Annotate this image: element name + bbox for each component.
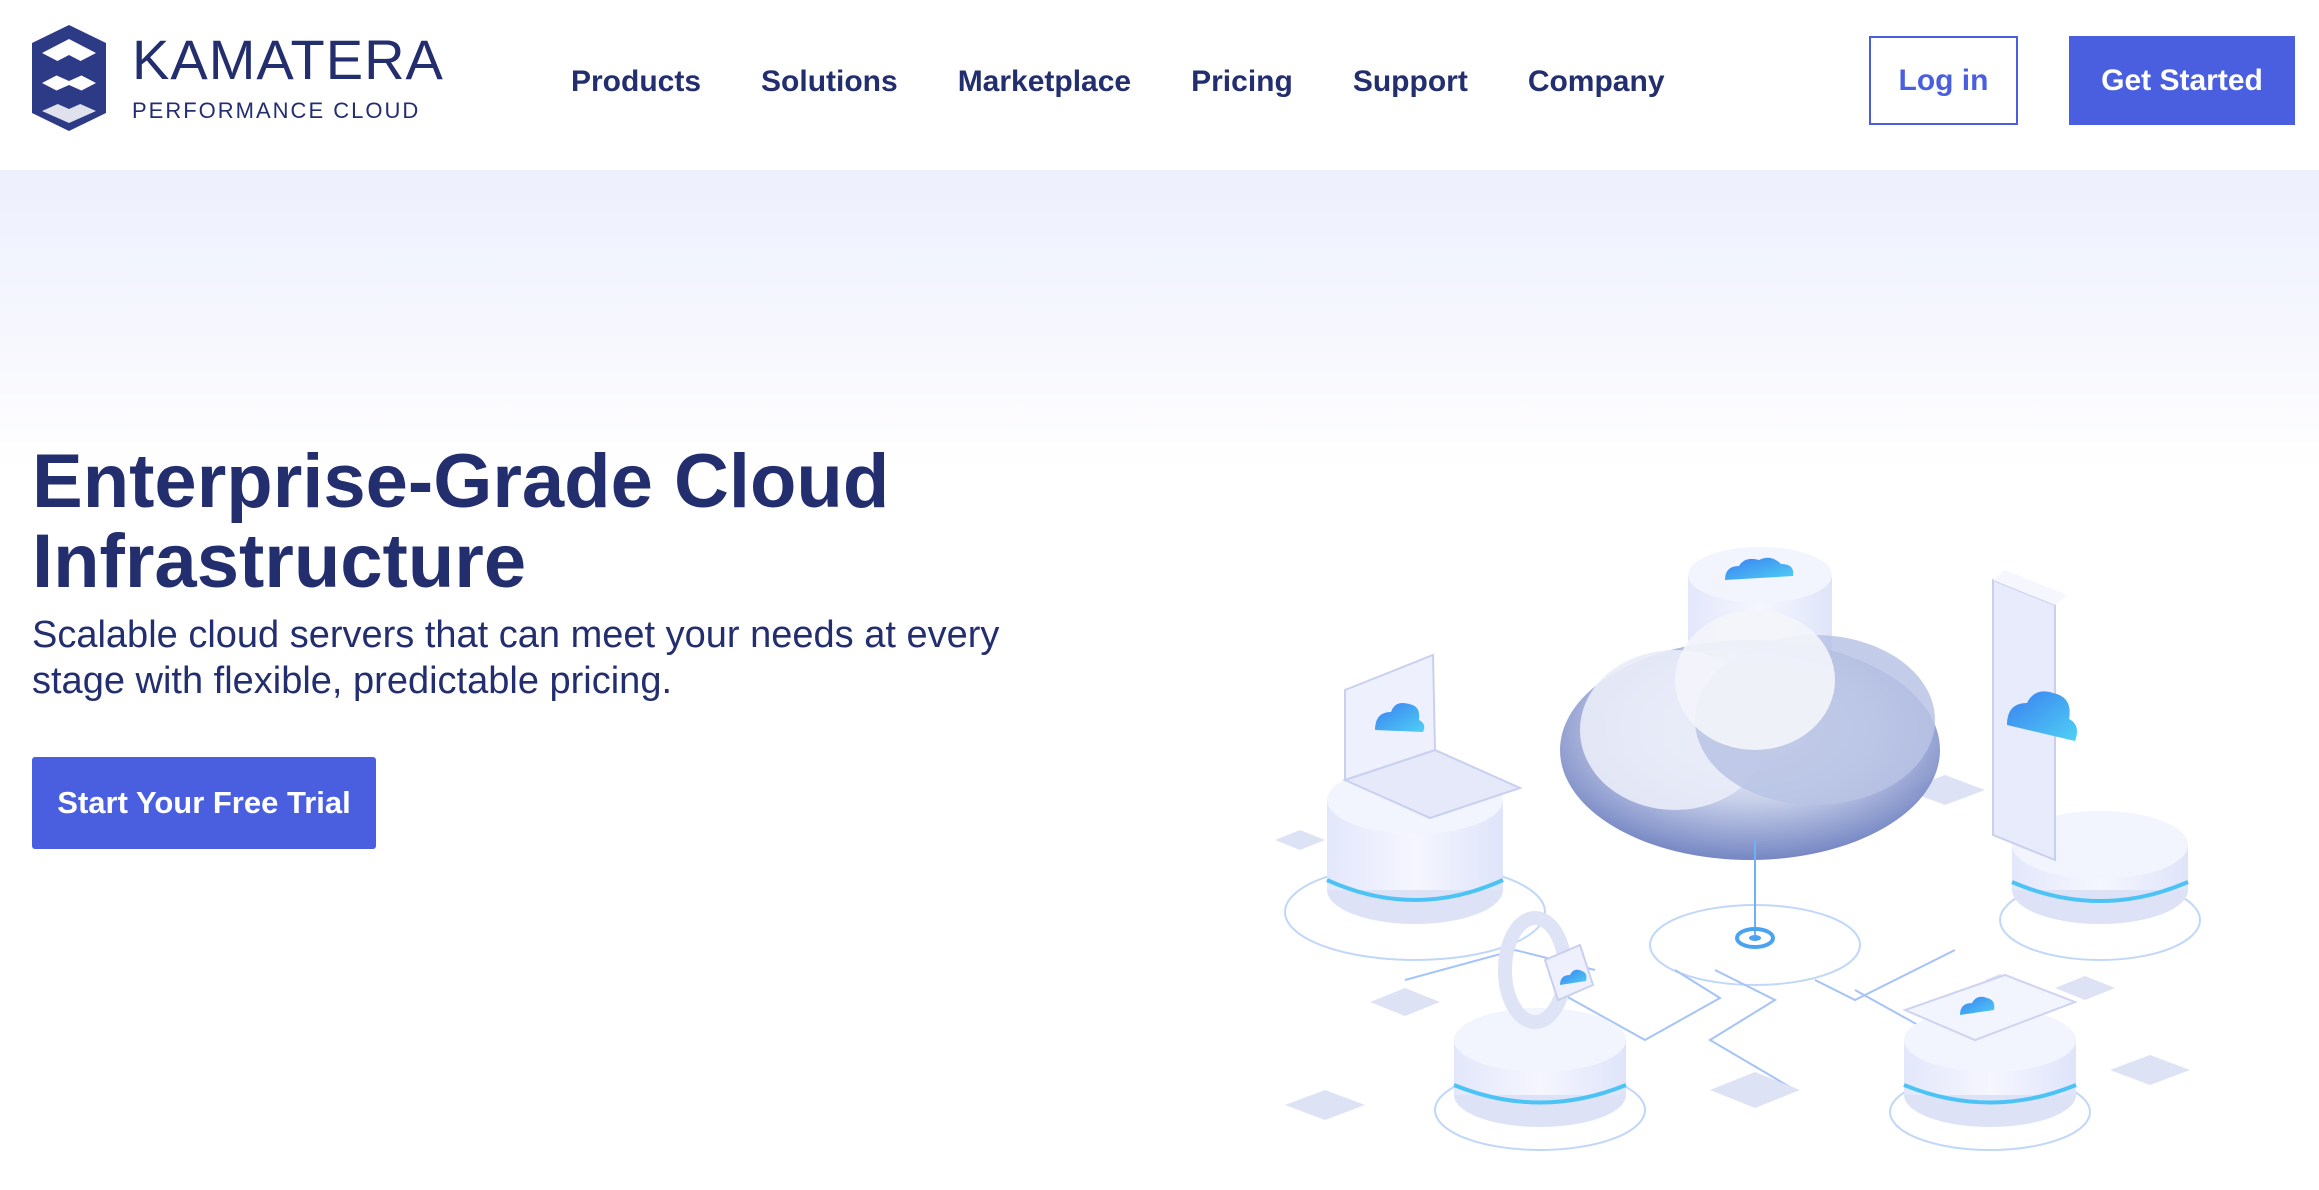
- get-started-button[interactable]: Get Started: [2069, 36, 2295, 125]
- nav-products[interactable]: Products: [571, 62, 701, 102]
- main-nav: Products Solutions Marketplace Pricing S…: [571, 62, 1725, 102]
- login-button[interactable]: Log in: [1869, 36, 2018, 125]
- hero-subtitle: Scalable cloud servers that can meet you…: [32, 614, 1000, 702]
- nav-pricing[interactable]: Pricing: [1191, 62, 1293, 102]
- nav-support[interactable]: Support: [1353, 62, 1468, 102]
- nav-solutions[interactable]: Solutions: [761, 62, 898, 102]
- nav-marketplace[interactable]: Marketplace: [958, 62, 1131, 102]
- kamatera-logo-icon: [32, 25, 106, 131]
- hero-title-line1: Enterprise-Grade Cloud: [32, 439, 890, 524]
- nav-company[interactable]: Company: [1528, 62, 1665, 102]
- cloud-infrastructure-illustration: [1275, 547, 2201, 1151]
- brand-name: KAMATERA: [132, 28, 444, 91]
- start-free-trial-button[interactable]: Start Your Free Trial: [32, 757, 376, 849]
- brand-tagline: PERFORMANCE CLOUD: [132, 98, 421, 123]
- hero-section: Enterprise-Grade Cloud Infrastructure Sc…: [0, 170, 2319, 1151]
- site-header: KAMATERA PERFORMANCE CLOUD Products Solu…: [0, 0, 2319, 170]
- hero-title: Enterprise-Grade Cloud Infrastructure: [32, 442, 932, 602]
- brand-logo[interactable]: KAMATERA PERFORMANCE CLOUD: [32, 25, 444, 131]
- hero-title-line2: Infrastructure: [32, 519, 527, 604]
